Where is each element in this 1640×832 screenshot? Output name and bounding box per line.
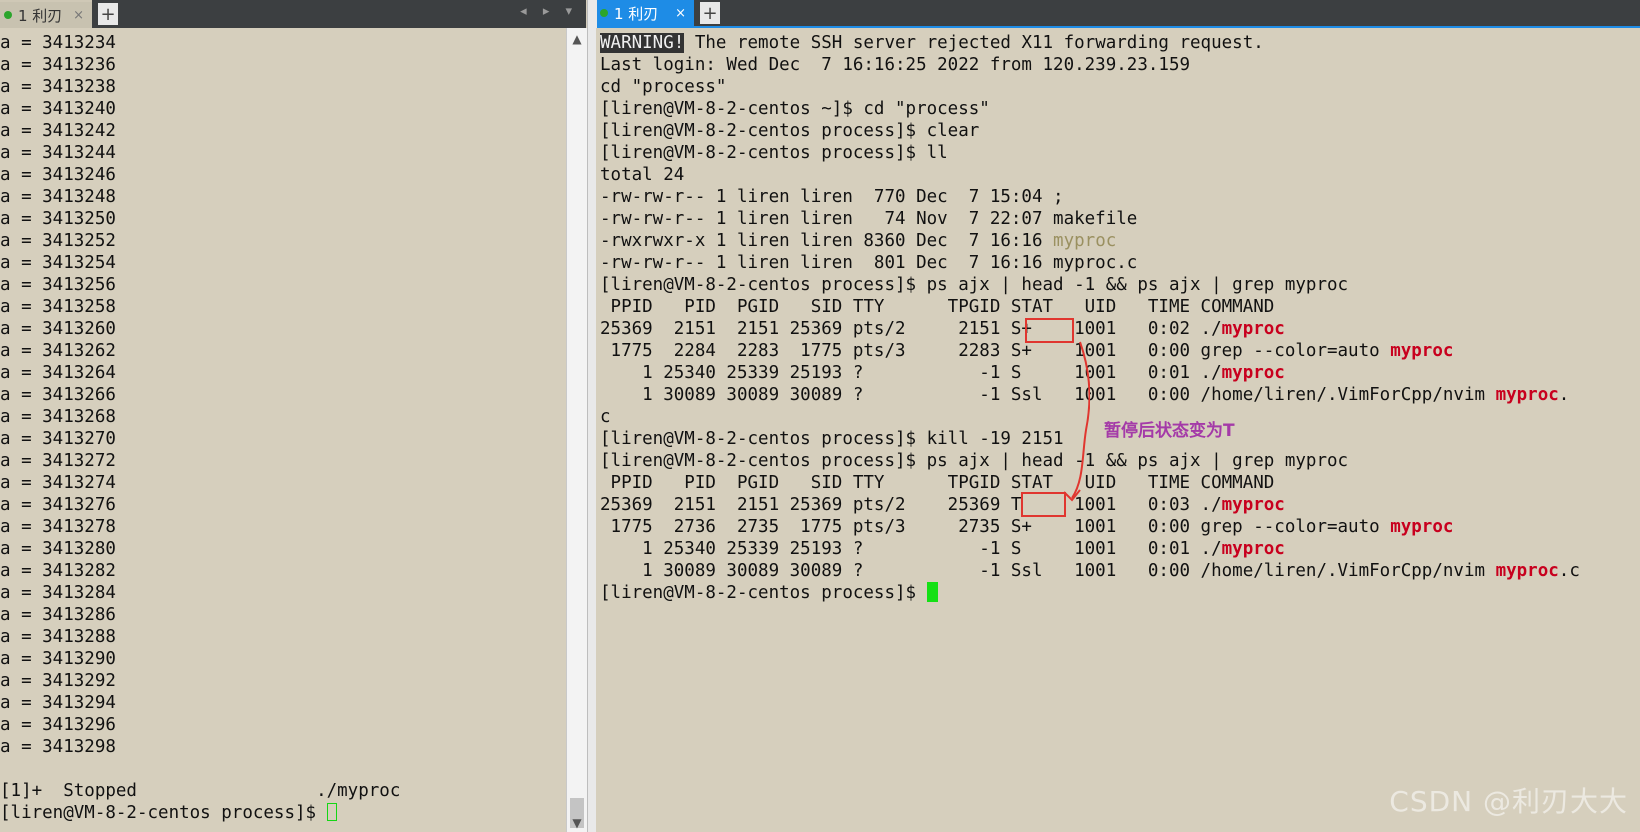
terminal-line: a = 3413236 <box>0 55 116 75</box>
terminal-line: a = 3413246 <box>0 165 116 185</box>
terminal-line: a = 3413284 <box>0 583 116 603</box>
terminal-line: a = 3413280 <box>0 539 116 559</box>
ps-row-tail: .c <box>1558 561 1580 581</box>
new-tab-button[interactable]: + <box>700 2 720 24</box>
terminal-line: a = 3413286 <box>0 605 116 625</box>
terminal-line: a = 3413292 <box>0 671 116 691</box>
terminal-line: -rw-rw-r-- 1 liren liren 770 Dec 7 15:04… <box>600 187 1064 207</box>
terminal-line: a = 3413290 <box>0 649 116 669</box>
warning-label: WARNING! <box>600 33 685 53</box>
terminal-line: a = 3413262 <box>0 341 116 361</box>
terminal-line: a = 3413250 <box>0 209 116 229</box>
ps-row: 25369 2151 2151 25369 pts/2 25369 T 1001… <box>600 495 1222 515</box>
left-terminal-output: a = 3413234 a = 3413236 a = 3413238 a = … <box>0 32 400 824</box>
executable-name: myproc <box>1053 231 1117 251</box>
terminal-line: [liren@VM-8-2-centos process]$ ll <box>600 143 948 163</box>
ps-header: PPID PID PGID SID TTY TPGID STAT UID TIM… <box>600 473 1275 493</box>
ps-row: 1775 2736 2735 1775 pts/3 2735 S+ 1001 0… <box>600 517 1391 537</box>
terminal-line: a = 3413238 <box>0 77 116 97</box>
close-icon[interactable]: × <box>675 6 686 21</box>
terminal-line: [liren@VM-8-2-centos ~]$ cd "process" <box>600 99 990 119</box>
terminal-line: a = 3413298 <box>0 737 116 757</box>
tab-left-session[interactable]: 1 利刃 × <box>0 0 92 28</box>
terminal-line: -rw-rw-r-- 1 liren liren 74 Nov 7 22:07 … <box>600 209 1138 229</box>
terminal-line: a = 3413272 <box>0 451 116 471</box>
terminal-line: a = 3413294 <box>0 693 116 713</box>
terminal-line: a = 3413270 <box>0 429 116 449</box>
terminal-line: a = 3413244 <box>0 143 116 163</box>
ps-row-tail: . <box>1558 385 1570 405</box>
right-terminal-output: WARNING! The remote SSH server rejected … <box>600 32 1580 604</box>
tab-right-session[interactable]: 1 利刃 × <box>596 0 694 27</box>
ps-row: 1 25340 25339 25193 ? -1 S 1001 0:01 ./ <box>600 539 1222 559</box>
ps-row: 25369 2151 2151 25369 pts/2 2151 S+ 1001… <box>600 319 1222 339</box>
connection-status-icon <box>600 9 608 17</box>
terminal-line: -rwxrwxr-x 1 liren liren 8360 Dec 7 16:1… <box>600 231 1054 251</box>
ps-row: 1 30089 30089 30089 ? -1 Ssl 1001 0:00 /… <box>600 385 1496 405</box>
terminal-cursor[interactable] <box>326 803 337 821</box>
terminal-line: a = 3413240 <box>0 99 116 119</box>
close-icon[interactable]: × <box>73 8 84 23</box>
terminal-line: a = 3413252 <box>0 231 116 251</box>
watermark: CSDN @利刃大大 <box>1389 785 1628 818</box>
grep-highlight: myproc <box>1221 363 1285 383</box>
shell-prompt: [liren@VM-8-2-centos process]$ <box>0 803 327 823</box>
annotation-arrow-icon <box>1063 341 1090 502</box>
terminal-line: a = 3413274 <box>0 473 116 493</box>
terminal-line: a = 3413288 <box>0 627 116 647</box>
grep-highlight: myproc <box>1495 385 1559 405</box>
terminal-line: Last login: Wed Dec 7 16:16:25 2022 from… <box>600 55 1191 75</box>
terminal-line: [liren@VM-8-2-centos process]$ kill -19 … <box>600 429 1064 449</box>
ps-row: 1 30089 30089 30089 ? -1 Ssl 1001 0:00 /… <box>600 561 1496 581</box>
scroll-up-icon[interactable]: ▲ <box>567 32 587 46</box>
annotation-text: 暂停后状态变为T <box>1104 421 1235 441</box>
terminal-cursor[interactable] <box>926 582 938 602</box>
left-terminal-pane[interactable]: a = 3413234 a = 3413236 a = 3413238 a = … <box>0 28 566 832</box>
connection-status-icon <box>4 11 12 19</box>
ps-row: 1 25340 25339 25193 ? -1 S 1001 0:01 ./ <box>600 363 1222 383</box>
left-tab-bar: 1 利刃 × + ◂ ▸ ▾ <box>0 0 586 28</box>
terminal-line: a = 3413278 <box>0 517 116 537</box>
grep-highlight: myproc <box>1221 319 1285 339</box>
terminal-line: a = 3413260 <box>0 319 116 339</box>
ps-header: PPID PID PGID SID TTY TPGID STAT UID TIM… <box>600 297 1275 317</box>
terminal-line: -rw-rw-r-- 1 liren liren 801 Dec 7 16:16… <box>600 253 1138 273</box>
ps-row-wrap: c <box>600 407 611 427</box>
terminal-line: cd "process" <box>600 77 727 97</box>
terminal-line: a = 3413296 <box>0 715 116 735</box>
grep-highlight: myproc <box>1221 495 1285 515</box>
terminal-line: total 24 <box>600 165 685 185</box>
left-scrollbar[interactable]: ▲ ▼ <box>566 28 587 832</box>
terminal-lines-block: Last login: Wed Dec 7 16:16:25 2022 from… <box>600 55 1190 229</box>
right-tab-bar: 1 利刃 × + <box>596 0 1640 28</box>
terminal-line: a = 3413266 <box>0 385 116 405</box>
terminal-line: a = 3413282 <box>0 561 116 581</box>
grep-highlight: myproc <box>1221 539 1285 559</box>
terminal-line: a = 3413256 <box>0 275 116 295</box>
terminal-line: a = 3413276 <box>0 495 116 515</box>
terminal-line: a = 3413258 <box>0 297 116 317</box>
tab-navigation-arrows-icon[interactable]: ◂ ▸ ▾ <box>520 4 578 19</box>
new-tab-button[interactable]: + <box>98 3 118 25</box>
job-stopped-line: [1]+ Stopped ./myproc <box>0 781 401 801</box>
grep-highlight: myproc <box>1495 561 1559 581</box>
ps-row: 1775 2284 2283 1775 pts/3 2283 S+ 1001 0… <box>600 341 1391 361</box>
terminal-line: The remote SSH server rejected X11 forwa… <box>684 33 1264 53</box>
grep-highlight: myproc <box>1390 517 1454 537</box>
terminal-line: a = 3413268 <box>0 407 116 427</box>
terminal-line: a = 3413264 <box>0 363 116 383</box>
scroll-down-icon[interactable]: ▼ <box>567 816 587 830</box>
terminal-line: [liren@VM-8-2-centos process]$ ps ajx | … <box>600 275 1349 295</box>
terminal-line: a = 3413248 <box>0 187 116 207</box>
terminal-line: [liren@VM-8-2-centos process]$ ps ajx | … <box>600 451 1349 471</box>
terminal-line: a = 3413234 <box>0 33 116 53</box>
terminal-line: a = 3413254 <box>0 253 116 273</box>
terminal-line: [liren@VM-8-2-centos process]$ clear <box>600 121 980 141</box>
grep-highlight: myproc <box>1390 341 1454 361</box>
tab-label: 1 利刃 <box>614 4 659 23</box>
shell-prompt: [liren@VM-8-2-centos process]$ <box>600 583 927 603</box>
tab-label: 1 利刃 <box>18 6 63 25</box>
terminal-line: a = 3413242 <box>0 121 116 141</box>
